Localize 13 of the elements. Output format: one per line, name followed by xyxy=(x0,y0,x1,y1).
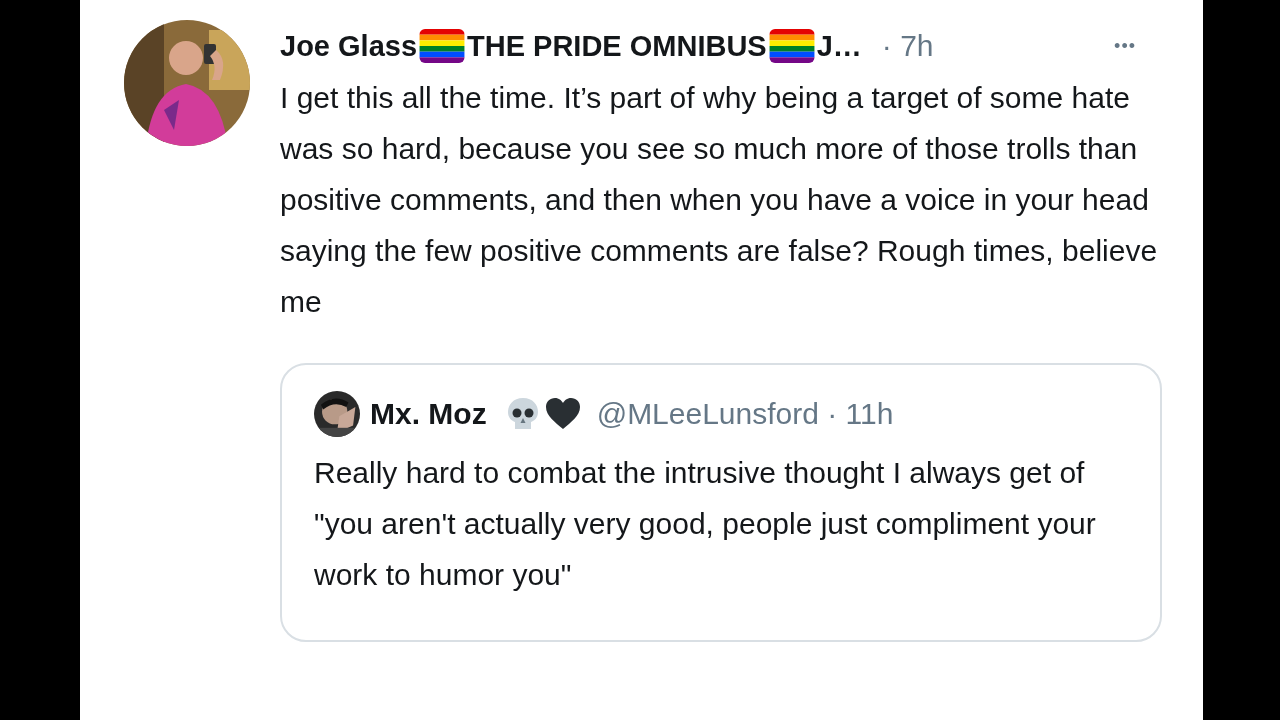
quoted-handle-time[interactable]: @MLeeLunsford · 11h xyxy=(596,397,894,431)
heart-icon xyxy=(544,396,581,432)
post-time[interactable]: · 7h xyxy=(881,29,934,63)
tweet-text: I get this all the time. It’s part of why being a target of some hate was so hard, because you see so much more of those trolls than positive comments, and then when you have a voice in your head saying the few positive comments are false? Rough times, believe me xyxy=(280,80,1159,320)
quoted-tweet-text: Really hard to combat the intrusive thought I always get of "you aren't actually very good, people just compliment your work to humor you" xyxy=(314,455,1097,593)
more-options-button[interactable]: ••• xyxy=(1110,31,1140,61)
rainbow-flag-icon xyxy=(419,29,466,63)
quoted-author-name[interactable]: Mx. Moz xyxy=(370,397,487,431)
author-name[interactable]: Joe Glass xyxy=(280,29,418,63)
author-name[interactable]: J… xyxy=(816,29,862,63)
quoted-tweet-card[interactable]: Mx. Moz @MLeeLunsford · 11h Really hard to combat the intrusive thought I always get of "you aren't actually very good, people just compliment your work to humor you" xyxy=(280,363,1162,642)
rainbow-flag-icon xyxy=(768,29,815,63)
author-name[interactable]: THE PRIDE OMNIBUS xyxy=(467,29,767,63)
